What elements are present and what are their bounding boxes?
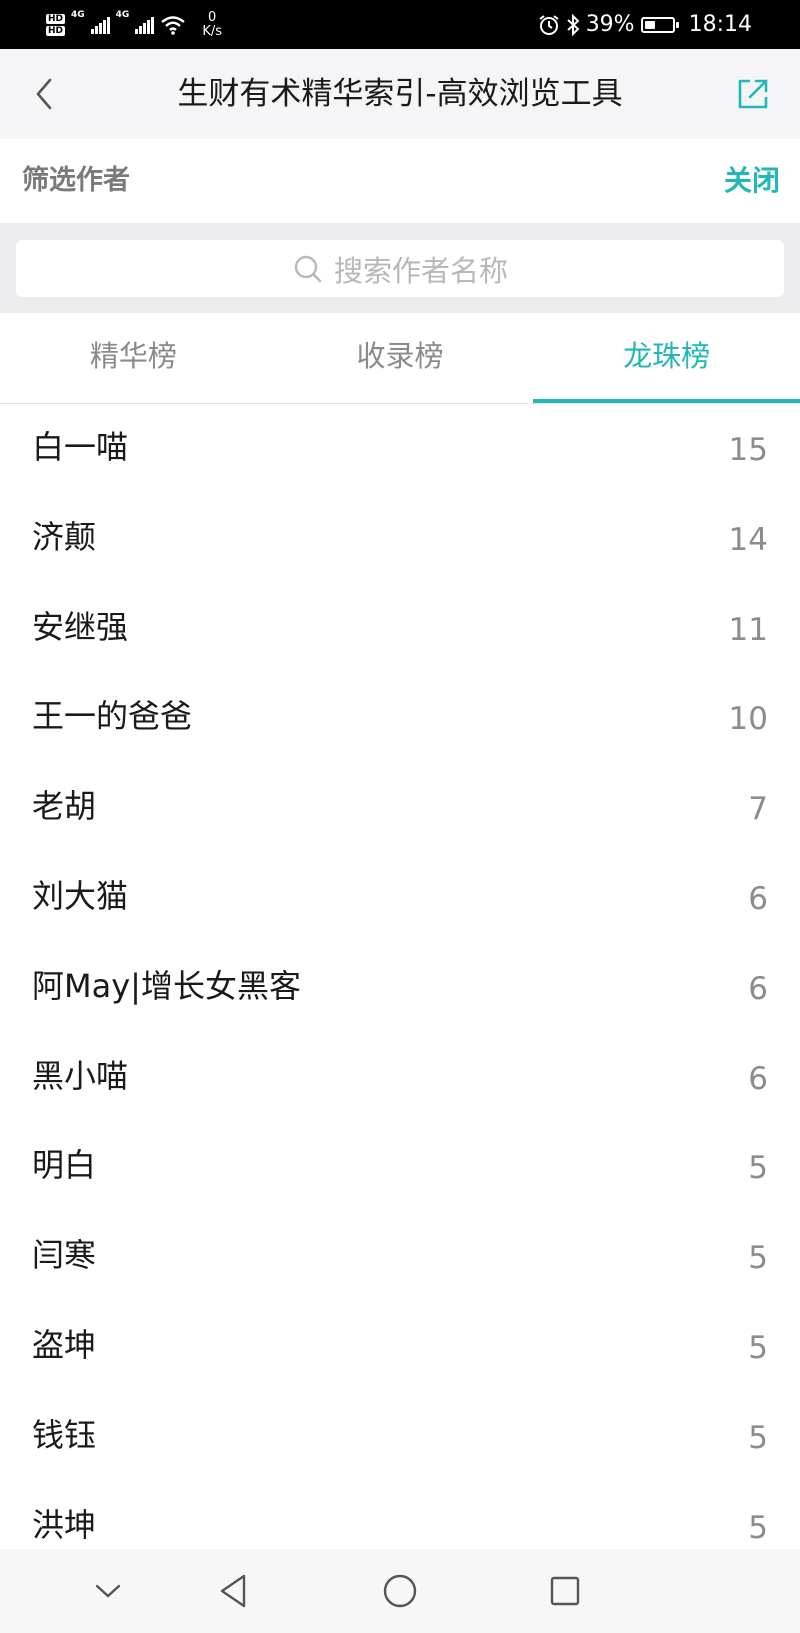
network-speed: 0 K/s [202, 11, 222, 39]
status-bar-left: HD HD 4G 4G 0 K/s [46, 6, 222, 44]
network-type-2: 4G [115, 10, 130, 20]
chevron-down-icon [95, 1584, 121, 1598]
status-bar-right: 39% 18:14 [538, 0, 752, 49]
author-name: 黑小喵 [32, 1056, 129, 1095]
author-list: 白一喵 15 济颠 14 安继强 11 王一的爸爸 10 老胡 7 刘大猫 6 阿May|增… [0, 404, 800, 1549]
bluetooth-icon [567, 13, 580, 36]
list-item[interactable]: 明白 5 [0, 1122, 800, 1212]
author-name: 老胡 [32, 787, 97, 826]
external-link-icon [738, 79, 768, 109]
system-nav-bar [0, 1549, 800, 1633]
square-recent-icon [550, 1576, 580, 1606]
alarm-icon [539, 14, 559, 35]
signal-1-icon [90, 16, 110, 34]
list-item[interactable]: 黑小喵 6 [0, 1033, 800, 1123]
author-count: 10 [728, 701, 768, 738]
author-count: 6 [748, 970, 768, 1007]
author-name: 济颠 [32, 517, 97, 556]
list-item[interactable]: 济颠 14 [0, 494, 800, 584]
filter-header: 筛选作者 关闭 [0, 139, 800, 223]
list-item[interactable]: 刘大猫 6 [0, 853, 800, 943]
nav-hide-button[interactable] [86, 1569, 130, 1613]
clock: 18:14 [688, 12, 752, 37]
triangle-back-icon [220, 1574, 246, 1608]
list-item[interactable]: 安继强 11 [0, 584, 800, 674]
author-name: 白一喵 [32, 428, 129, 466]
list-item[interactable]: 王一的爸爸 10 [0, 673, 800, 763]
author-name: 明白 [32, 1146, 97, 1185]
author-count: 7 [748, 791, 768, 828]
list-item[interactable]: 白一喵 15 [0, 404, 800, 494]
battery-percent: 39% [585, 12, 635, 37]
author-name: 安继强 [32, 607, 129, 646]
list-item[interactable]: 钱钰 5 [0, 1392, 800, 1482]
nav-recent-button[interactable] [543, 1569, 587, 1613]
author-name: 闫寒 [32, 1236, 97, 1275]
circle-home-icon [383, 1574, 417, 1608]
page-title: 生财有术精华索引-高效浏览工具 [177, 76, 623, 112]
author-count: 15 [728, 432, 768, 468]
author-name: 盗坤 [32, 1325, 97, 1364]
author-count: 5 [748, 1509, 768, 1546]
author-name: 洪坤 [32, 1505, 97, 1544]
hd-indicators: HD HD [46, 14, 66, 36]
signal-2-icon [135, 16, 155, 34]
battery-fill [644, 20, 655, 29]
nav-back-button[interactable] [211, 1569, 255, 1613]
list-item[interactable]: 盗坤 5 [0, 1302, 800, 1392]
speed-unit: K/s [202, 24, 223, 39]
nav-home-button[interactable] [378, 1569, 422, 1613]
status-bar: HD HD 4G 4G 0 K/s 39% 18:14 [0, 0, 800, 49]
hd2-badge: HD [46, 26, 66, 36]
author-name: 刘大猫 [32, 876, 129, 915]
ranking-tabs: 精华榜 收录榜 龙珠榜 [0, 313, 800, 404]
search-icon [294, 255, 322, 282]
author-count: 5 [748, 1329, 768, 1366]
author-count: 11 [728, 611, 768, 648]
search-area: 搜索作者名称 [0, 223, 800, 313]
author-count: 5 [748, 1240, 768, 1277]
battery-icon [640, 16, 679, 33]
tab-longzhu[interactable]: 龙珠榜 [533, 313, 800, 403]
share-button[interactable] [732, 73, 774, 115]
author-name: 钱钰 [32, 1415, 97, 1454]
close-button[interactable]: 关闭 [724, 139, 780, 223]
wifi-icon [161, 16, 186, 35]
tab-shoulu[interactable]: 收录榜 [267, 313, 534, 403]
author-name: 王一的爸爸 [32, 697, 193, 736]
filter-title: 筛选作者 [22, 165, 130, 196]
search-placeholder: 搜索作者名称 [333, 253, 508, 288]
speed-value: 0 [208, 10, 217, 25]
title-bar: 生财有术精华索引-高效浏览工具 [0, 49, 800, 139]
tab-jinghua[interactable]: 精华榜 [0, 313, 267, 403]
author-count: 6 [748, 880, 768, 917]
author-count: 5 [748, 1419, 768, 1456]
network-type-1: 4G [71, 10, 85, 20]
author-count: 14 [728, 521, 768, 558]
list-item[interactable]: 闫寒 5 [0, 1212, 800, 1302]
author-count: 5 [748, 1150, 768, 1187]
author-name: 阿May|增长女黑客 [32, 966, 301, 1005]
author-count: 6 [748, 1060, 768, 1097]
list-item[interactable]: 洪坤 5 [0, 1482, 800, 1549]
list-item[interactable]: 阿May|增长女黑客 6 [0, 943, 800, 1033]
list-item[interactable]: 老胡 7 [0, 763, 800, 853]
hd1-badge: HD [46, 14, 66, 24]
search-input[interactable]: 搜索作者名称 [16, 240, 784, 297]
